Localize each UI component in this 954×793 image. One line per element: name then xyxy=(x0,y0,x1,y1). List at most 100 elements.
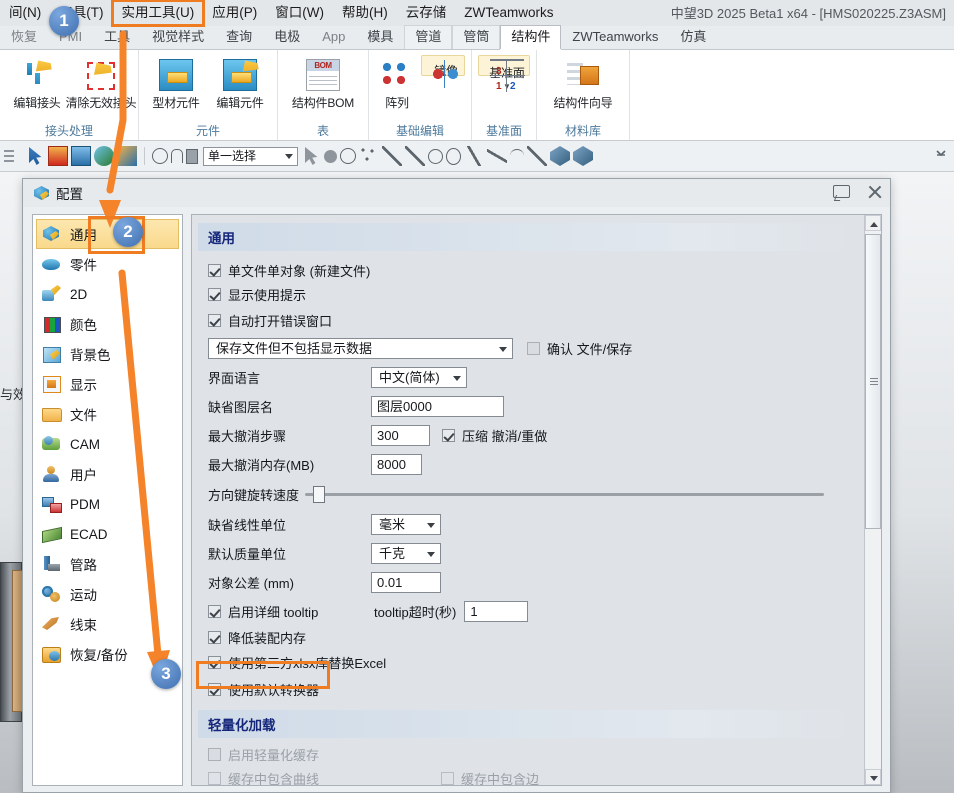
list-icon[interactable] xyxy=(48,146,68,166)
category-item-display[interactable]: 显示 xyxy=(33,369,182,399)
pick-arrow-icon[interactable] xyxy=(29,147,42,165)
corner-pick-icon[interactable] xyxy=(171,149,183,163)
linear-unit-dropdown[interactable]: 毫米 xyxy=(371,513,441,535)
category-item-background-color[interactable]: 背景色 xyxy=(33,339,182,369)
tab-simulation[interactable]: 仿真 xyxy=(669,25,717,49)
collapse-ribbon-button[interactable] xyxy=(934,146,948,160)
category-item-motion[interactable]: 运动 xyxy=(33,579,182,609)
tab-recover[interactable]: 恢复 xyxy=(0,25,48,49)
menu-item-apps[interactable]: 应用(P) xyxy=(203,1,266,25)
compress-undo-checkbox[interactable] xyxy=(442,429,455,442)
selection-mode-dropdown[interactable]: 单一选择 xyxy=(203,146,298,166)
menu-item-window[interactable]: 窗口(W) xyxy=(266,1,333,25)
menu-item-cloud-storage[interactable]: 云存储 xyxy=(397,1,456,25)
slash-icon[interactable] xyxy=(527,146,547,166)
scrollbar-thumb[interactable] xyxy=(865,234,881,529)
auto-open-error-checkbox[interactable] xyxy=(208,313,221,327)
menu-item-help[interactable]: 帮助(H) xyxy=(333,1,397,25)
category-item-pdm[interactable]: PDM xyxy=(33,489,182,519)
confirm-file-save-checkbox[interactable] xyxy=(527,341,540,355)
mass-unit-dropdown[interactable]: 千克 xyxy=(371,543,441,564)
settings-scrollbar[interactable] xyxy=(864,215,881,785)
tab-query[interactable]: 查询 xyxy=(215,25,263,49)
face-pick-icon[interactable] xyxy=(186,148,198,164)
tab-visual-style[interactable]: 视觉样式 xyxy=(141,25,215,49)
category-item-color[interactable]: 颜色 xyxy=(33,309,182,339)
menu-item-zwteamworks[interactable]: ZWTeamworks xyxy=(455,1,562,25)
menu-item-tools[interactable]: 工具(T) xyxy=(50,1,112,25)
ellipse-icon[interactable] xyxy=(446,147,461,165)
color-icon[interactable] xyxy=(94,146,114,166)
max-undo-mem-input[interactable]: 8000 xyxy=(371,454,422,475)
mirror-button[interactable]: 镜像 xyxy=(421,55,465,88)
tab-structure[interactable]: 结构件 xyxy=(500,25,562,49)
points-icon[interactable] xyxy=(359,146,379,166)
category-item-backup[interactable]: 恢复/备份 xyxy=(33,639,182,669)
category-item-part[interactable]: 零件 xyxy=(33,249,182,279)
gear-pick-icon[interactable] xyxy=(324,149,337,163)
cache-curves-checkbox[interactable] xyxy=(208,771,221,785)
close-icon[interactable] xyxy=(866,183,884,201)
default-converter-checkbox[interactable] xyxy=(208,683,221,696)
category-item-user[interactable]: 用户 xyxy=(33,459,182,489)
third-party-xlsx-checkbox[interactable] xyxy=(208,656,221,669)
circle-icon[interactable] xyxy=(428,148,443,164)
edit-component-button[interactable]: 编辑元件 xyxy=(209,55,271,112)
save-mode-dropdown[interactable]: 保存文件但不包括显示数据 xyxy=(208,337,513,359)
edit-joint-button[interactable]: 编辑接头 xyxy=(6,55,68,112)
reduce-assembly-mem-checkbox[interactable] xyxy=(208,631,221,644)
tab-tube[interactable]: 管筒 xyxy=(452,25,501,49)
scroll-down-button[interactable] xyxy=(865,769,881,785)
language-dropdown[interactable]: 中文(简体) xyxy=(371,367,467,388)
layer-icon[interactable] xyxy=(71,146,91,166)
scroll-up-button[interactable] xyxy=(865,215,881,231)
help-icon[interactable] xyxy=(832,183,850,201)
tab-pmi[interactable]: PMI xyxy=(48,25,93,49)
tab-mold[interactable]: 模具 xyxy=(356,25,404,49)
category-item-cam[interactable]: CAM xyxy=(33,429,182,459)
shade-icon[interactable] xyxy=(550,146,570,166)
structure-wizard-button[interactable]: 结构件向导 xyxy=(543,55,623,112)
category-item-harness[interactable]: 线束 xyxy=(33,609,182,639)
arrow-cursor-icon[interactable] xyxy=(305,147,318,165)
curve-icon[interactable] xyxy=(487,146,507,166)
show-tips-checkbox[interactable] xyxy=(208,287,221,301)
tolerance-input[interactable]: 0.01 xyxy=(371,572,441,593)
category-item-file[interactable]: 文件 xyxy=(33,399,182,429)
max-undo-input[interactable]: 300 xyxy=(371,425,430,446)
entity-filter-icon[interactable] xyxy=(2,146,22,166)
structure-bom-button[interactable]: 结构件BOM xyxy=(284,55,362,112)
clear-invalid-joint-button[interactable]: 清除无效接头 xyxy=(66,55,137,112)
detail-tooltip-checkbox[interactable] xyxy=(208,604,221,618)
pattern-button[interactable]: 阵列 xyxy=(375,55,419,112)
datum-plane-button[interactable]: 3 1 2 基准面 ▼ xyxy=(478,55,530,92)
menu-item-utility-tools[interactable]: 实用工具(U) xyxy=(110,0,206,27)
category-item-ecad[interactable]: ECAD xyxy=(33,519,182,549)
cache-edges-checkbox[interactable] xyxy=(441,771,454,785)
profile-component-button[interactable]: 型材元件 xyxy=(145,55,207,112)
line2-icon[interactable] xyxy=(405,146,425,166)
category-item-general[interactable]: 通用 xyxy=(36,219,179,249)
tab-zwteamworks[interactable]: ZWTeamworks xyxy=(561,25,669,49)
slider-thumb[interactable] xyxy=(313,486,326,503)
play-pick-icon[interactable] xyxy=(340,148,356,164)
enable-cache-checkbox[interactable] xyxy=(208,748,221,761)
tooltip-timeout-input[interactable]: 1 xyxy=(464,600,529,622)
line-icon[interactable] xyxy=(382,146,402,166)
single-object-checkbox[interactable] xyxy=(208,263,221,277)
default-layer-input[interactable]: 图层0000 xyxy=(371,396,504,417)
attribute-icon[interactable] xyxy=(117,146,137,166)
tab-app[interactable]: App xyxy=(311,25,356,49)
tab-electrode[interactable]: 电极 xyxy=(263,25,311,49)
category-item-piping[interactable]: 管路 xyxy=(33,549,182,579)
category-item-2d[interactable]: 2D xyxy=(33,279,182,309)
tab-tools[interactable]: 工具 xyxy=(93,25,141,49)
dialog-title-bar[interactable]: 配置 xyxy=(23,179,890,207)
spline-icon[interactable] xyxy=(464,146,484,166)
arrow-rotate-speed-slider[interactable] xyxy=(305,486,824,503)
menu-item-n[interactable]: 间(N) xyxy=(0,1,50,25)
circle-pick-icon[interactable] xyxy=(152,148,168,164)
tab-pipeline[interactable]: 管道 xyxy=(404,25,453,49)
shade2-icon[interactable] xyxy=(573,146,593,166)
arc-icon[interactable] xyxy=(510,149,524,163)
